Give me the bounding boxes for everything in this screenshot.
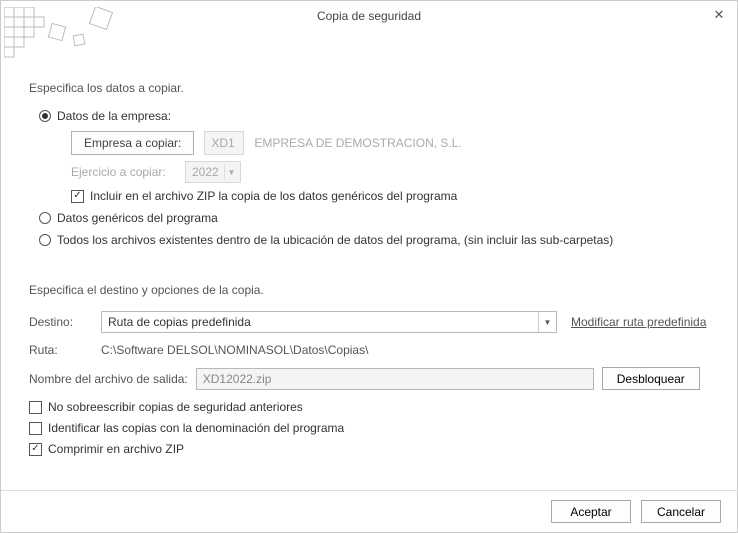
- radio-generic-data[interactable]: Datos genéricos del programa: [39, 211, 709, 225]
- year-label: Ejercicio a copiar:: [71, 165, 175, 179]
- check-include-generic-label: Incluir en el archivo ZIP la copia de lo…: [90, 189, 457, 203]
- year-value: 2022: [192, 165, 219, 179]
- close-icon[interactable]: ✕: [709, 5, 729, 25]
- radio-company-data[interactable]: Datos de la empresa:: [39, 109, 709, 123]
- dest-select[interactable]: Ruta de copias predefinida ▼: [101, 311, 557, 333]
- radio-all-files[interactable]: Todos los archivos existentes dentro de …: [39, 233, 709, 247]
- path-value: C:\Software DELSOL\NOMINASOL\Datos\Copia…: [101, 343, 368, 357]
- chevron-down-icon: ▼: [224, 165, 238, 179]
- check-zip-label: Comprimir en archivo ZIP: [48, 442, 184, 456]
- unlock-button[interactable]: Desbloquear: [602, 367, 700, 390]
- company-name-text: EMPRESA DE DEMOSTRACION, S.L.: [254, 136, 461, 150]
- check-identify[interactable]: Identificar las copias con la denominaci…: [29, 421, 709, 435]
- check-identify-label: Identificar las copias con la denominaci…: [48, 421, 344, 435]
- section2-heading: Especifica el destino y opciones de la c…: [29, 283, 709, 297]
- outfile-label: Nombre del archivo de salida:: [29, 372, 188, 386]
- ok-button[interactable]: Aceptar: [551, 500, 631, 523]
- checkbox-icon: [29, 443, 42, 456]
- checkbox-icon: [71, 190, 84, 203]
- dest-label: Destino:: [29, 315, 101, 329]
- year-select: 2022 ▼: [185, 161, 241, 183]
- radio-icon: [39, 212, 51, 224]
- check-zip[interactable]: Comprimir en archivo ZIP: [29, 442, 709, 456]
- radio-allfiles-label: Todos los archivos existentes dentro de …: [57, 233, 613, 247]
- check-no-overwrite[interactable]: No sobreescribir copias de seguridad ant…: [29, 400, 709, 414]
- company-code-field: XD1: [204, 131, 244, 155]
- chevron-down-icon: ▼: [538, 312, 556, 332]
- check-no-overwrite-label: No sobreescribir copias de seguridad ant…: [48, 400, 303, 414]
- dest-value: Ruta de copias predefinida: [108, 315, 251, 329]
- checkbox-icon: [29, 401, 42, 414]
- radio-company-label: Datos de la empresa:: [57, 109, 171, 123]
- company-to-copy-button[interactable]: Empresa a copiar:: [71, 131, 194, 155]
- check-include-generic[interactable]: Incluir en el archivo ZIP la copia de lo…: [71, 189, 709, 203]
- cancel-button[interactable]: Cancelar: [641, 500, 721, 523]
- decor-squares: [4, 7, 124, 77]
- outfile-input[interactable]: [196, 368, 594, 390]
- radio-generic-label: Datos genéricos del programa: [57, 211, 218, 225]
- path-label: Ruta:: [29, 343, 101, 357]
- section1-heading: Especifica los datos a copiar.: [29, 81, 709, 95]
- radio-icon: [39, 234, 51, 246]
- dialog-footer: Aceptar Cancelar: [1, 490, 737, 532]
- radio-icon: [39, 110, 51, 122]
- modify-path-link[interactable]: Modificar ruta predefinida: [571, 315, 706, 329]
- window-title: Copia de seguridad: [317, 9, 421, 23]
- checkbox-icon: [29, 422, 42, 435]
